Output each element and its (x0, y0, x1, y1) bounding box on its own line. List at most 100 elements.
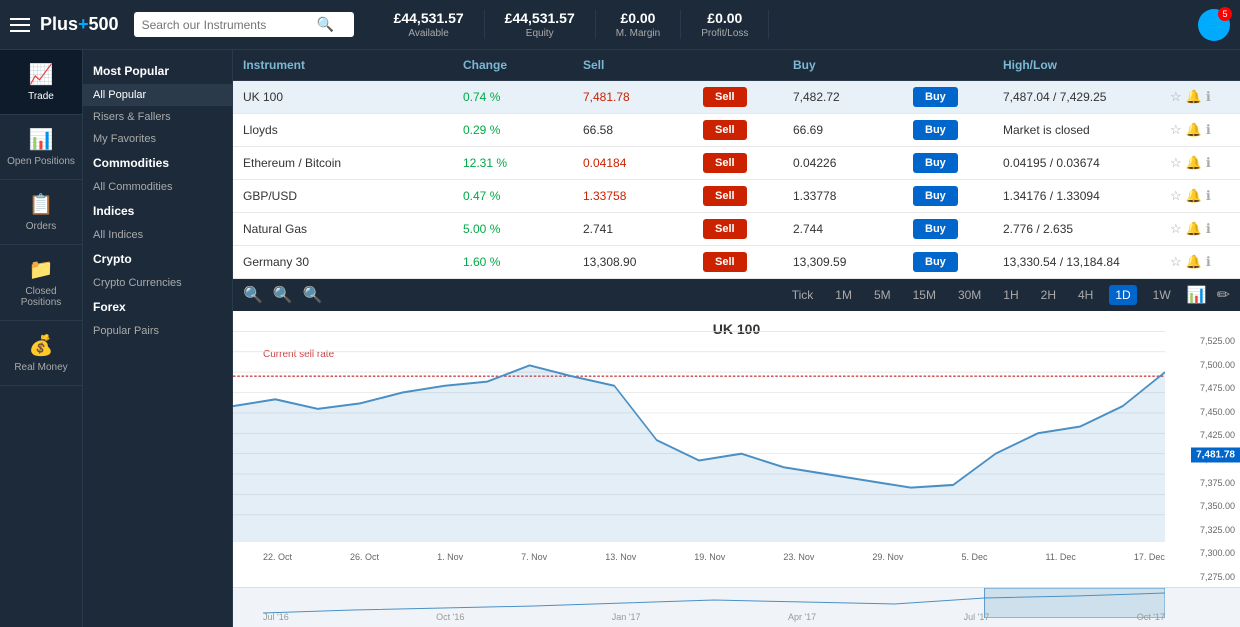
bell-icon[interactable]: 🔔 (1186, 89, 1202, 105)
category-item-risers[interactable]: Risers & Fallers (83, 106, 232, 128)
sell-button[interactable]: Sell (703, 219, 747, 239)
change-value: 0.29 % (463, 123, 583, 137)
sidebar-item-open-positions[interactable]: 📊 Open Positions (0, 115, 82, 180)
minimap[interactable]: Jul '16 Oct '16 Jan '17 Apr '17 Jul '17 … (233, 587, 1240, 627)
sell-price: 13,308.90 (583, 255, 703, 269)
category-item-all-commodities[interactable]: All Commodities (83, 176, 232, 198)
bell-icon[interactable]: 🔔 (1186, 122, 1202, 138)
info-icon[interactable]: ℹ (1206, 155, 1211, 171)
draw-button[interactable]: ✏ (1217, 285, 1230, 305)
sell-price: 0.04184 (583, 156, 703, 170)
notifications-button[interactable]: 🌐 5 (1198, 9, 1230, 41)
sidebar-item-real-money[interactable]: 💰 Real Money (0, 321, 82, 386)
category-item-all-indices[interactable]: All Indices (83, 224, 232, 246)
sidebar-item-closed-positions[interactable]: 📁 Closed Positions (0, 245, 82, 321)
y-label: 7,450.00 (1175, 407, 1235, 417)
table-row[interactable]: Germany 30 1.60 % 13,308.90 Sell 13,309.… (233, 246, 1240, 279)
info-icon[interactable]: ℹ (1206, 188, 1211, 204)
star-icon[interactable]: ☆ (1170, 188, 1182, 204)
zoom-in-button[interactable]: 🔍 (273, 285, 293, 305)
info-icon[interactable]: ℹ (1206, 122, 1211, 138)
x-label: 26. Oct (350, 552, 379, 562)
chart-type-button[interactable]: 📊 (1187, 285, 1207, 305)
star-icon[interactable]: ☆ (1170, 221, 1182, 237)
main-layout: 📈 Trade 📊 Open Positions 📋 Orders 📁 Clos… (0, 50, 1240, 627)
info-icon[interactable]: ℹ (1206, 254, 1211, 270)
star-icon[interactable]: ☆ (1170, 89, 1182, 105)
bell-icon[interactable]: 🔔 (1186, 254, 1202, 270)
star-icon[interactable]: ☆ (1170, 122, 1182, 138)
instrument-name: Lloyds (243, 123, 463, 137)
closed-positions-icon: 📁 (29, 257, 54, 282)
category-item-all-popular[interactable]: All Popular (83, 84, 232, 106)
sell-button[interactable]: Sell (703, 186, 747, 206)
time-btn-1h[interactable]: 1H (997, 285, 1024, 305)
real-money-icon: 💰 (29, 333, 54, 358)
time-btn-1m[interactable]: 1M (829, 285, 858, 305)
table-row[interactable]: Lloyds 0.29 % 66.58 Sell 66.69 Buy Marke… (233, 114, 1240, 147)
menu-icon[interactable] (10, 18, 30, 32)
time-btn-4h[interactable]: 4H (1072, 285, 1099, 305)
category-header-commodities: Commodities (83, 150, 232, 176)
minimap-label: Jul '16 (263, 612, 289, 622)
buy-price: 7,482.72 (793, 90, 913, 104)
zoom-reset-button[interactable]: 🔍 (303, 285, 323, 305)
star-icon[interactable]: ☆ (1170, 155, 1182, 171)
time-btn-1d[interactable]: 1D (1109, 285, 1136, 305)
bell-icon[interactable]: 🔔 (1186, 188, 1202, 204)
instrument-name: UK 100 (243, 90, 463, 104)
sidebar-item-trade[interactable]: 📈 Trade (0, 50, 82, 115)
buy-button[interactable]: Buy (913, 153, 958, 173)
buy-button-cell: Buy (913, 252, 1003, 272)
table-row[interactable]: Ethereum / Bitcoin 12.31 % 0.04184 Sell … (233, 147, 1240, 180)
buy-button-cell: Buy (913, 153, 1003, 173)
time-btn-15m[interactable]: 15M (907, 285, 942, 305)
buy-button[interactable]: Buy (913, 219, 958, 239)
chart-area: 🔍 🔍 🔍 Tick 1M 5M 15M 30M 1H 2H 4H 1D 1W … (233, 279, 1240, 627)
buy-price: 13,309.59 (793, 255, 913, 269)
zoom-out-button[interactable]: 🔍 (243, 285, 263, 305)
time-btn-30m[interactable]: 30M (952, 285, 987, 305)
time-btn-1w[interactable]: 1W (1147, 285, 1177, 305)
buy-button[interactable]: Buy (913, 252, 958, 272)
buy-button[interactable]: Buy (913, 186, 958, 206)
notification-badge: 5 (1218, 7, 1232, 21)
buy-button[interactable]: Buy (913, 120, 958, 140)
y-label: 7,375.00 (1175, 478, 1235, 488)
time-btn-tick[interactable]: Tick (786, 285, 820, 305)
sidebar-item-orders[interactable]: 📋 Orders (0, 180, 82, 245)
search-icon: 🔍 (317, 16, 334, 33)
search-input[interactable] (142, 18, 312, 32)
sell-button-cell: Sell (703, 120, 793, 140)
sell-price: 7,481.78 (583, 90, 703, 104)
info-icon[interactable]: ℹ (1206, 221, 1211, 237)
top-header: Plus+500 🔍 £44,531.57 Available £44,531.… (0, 0, 1240, 50)
y-label: 7,350.00 (1175, 501, 1235, 511)
change-value: 0.47 % (463, 189, 583, 203)
buy-price: 2.744 (793, 222, 913, 236)
category-item-popular-pairs[interactable]: Popular Pairs (83, 320, 232, 342)
change-value: 0.74 % (463, 90, 583, 104)
info-icon[interactable]: ℹ (1206, 89, 1211, 105)
buy-button-cell: Buy (913, 120, 1003, 140)
sell-button[interactable]: Sell (703, 120, 747, 140)
sell-price: 2.741 (583, 222, 703, 236)
star-icon[interactable]: ☆ (1170, 254, 1182, 270)
buy-button[interactable]: Buy (913, 87, 958, 107)
time-btn-2h[interactable]: 2H (1035, 285, 1062, 305)
table-row[interactable]: GBP/USD 0.47 % 1.33758 Sell 1.33778 Buy … (233, 180, 1240, 213)
sell-button[interactable]: Sell (703, 153, 747, 173)
x-label: 19. Nov (694, 552, 725, 562)
time-btn-5m[interactable]: 5M (868, 285, 897, 305)
change-value: 12.31 % (463, 156, 583, 170)
sell-button[interactable]: Sell (703, 252, 747, 272)
table-row[interactable]: Natural Gas 5.00 % 2.741 Sell 2.744 Buy … (233, 213, 1240, 246)
sell-button-cell: Sell (703, 87, 793, 107)
sell-button[interactable]: Sell (703, 87, 747, 107)
search-box[interactable]: 🔍 (134, 12, 354, 37)
category-item-crypto-currencies[interactable]: Crypto Currencies (83, 272, 232, 294)
category-item-favorites[interactable]: My Favorites (83, 128, 232, 150)
bell-icon[interactable]: 🔔 (1186, 221, 1202, 237)
bell-icon[interactable]: 🔔 (1186, 155, 1202, 171)
table-row[interactable]: UK 100 0.74 % 7,481.78 Sell 7,482.72 Buy… (233, 81, 1240, 114)
